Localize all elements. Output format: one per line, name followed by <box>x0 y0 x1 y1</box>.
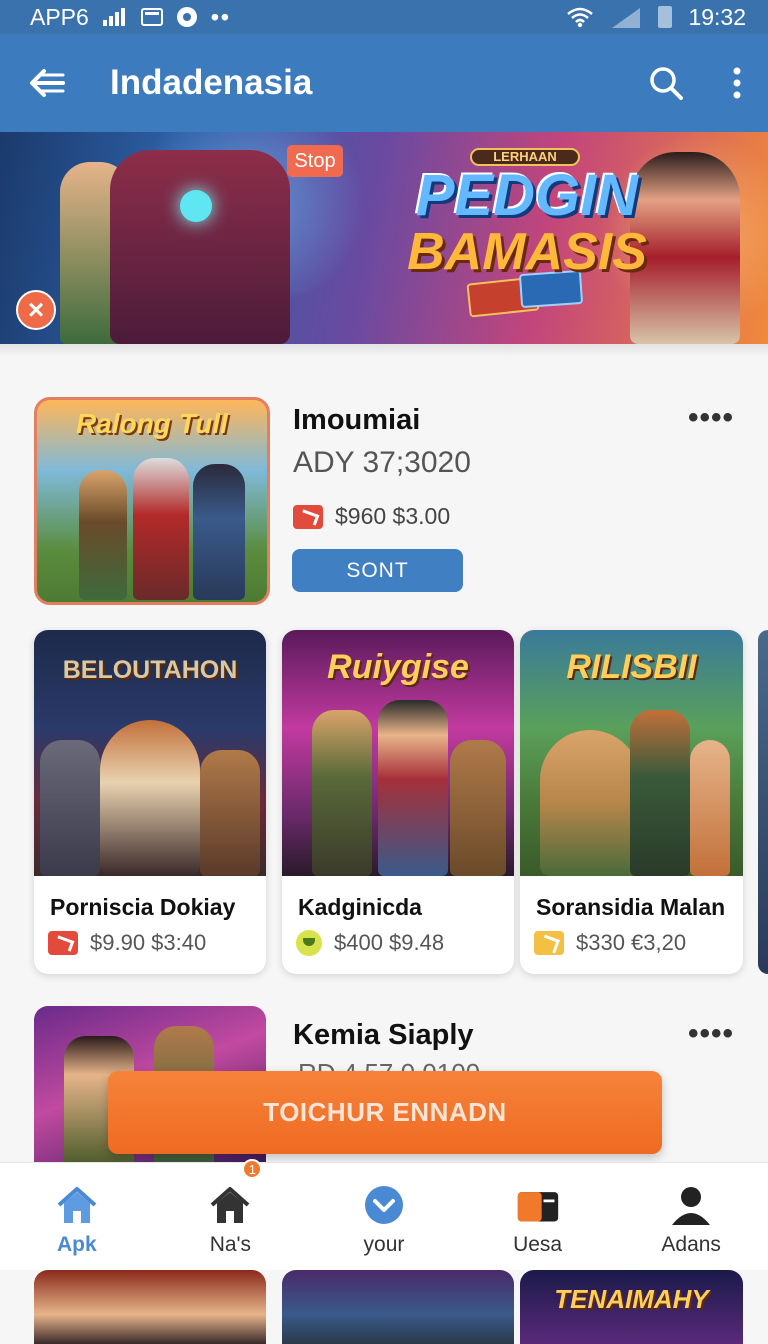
primary-cta-button[interactable]: TOICHUR ENNADN <box>108 1071 662 1154</box>
cell-signal-icon <box>612 8 641 28</box>
store-icon <box>211 1187 250 1223</box>
game-card[interactable]: Ruiygise Kadginicda $400 $9.48 <box>282 630 514 974</box>
app-bar: Indadenasia <box>0 34 768 132</box>
game-card-price: $330 €3,20 <box>576 930 687 955</box>
banner-title: PEDGIN BAMASIS <box>402 163 652 281</box>
status-bar: APP6 •• 19:32 <box>0 0 768 34</box>
game-card-peek[interactable] <box>282 1270 514 1344</box>
wallet-icon <box>517 1192 558 1222</box>
game-card[interactable]: BELOUTAHON Porniscia Dokiay $9.90 $3:40 <box>34 630 266 974</box>
home-icon <box>57 1187 97 1223</box>
game-card-name: Soransidia Malan <box>536 894 726 920</box>
game-card-price: $400 $9.48 <box>334 930 445 955</box>
featured2-title: Kemia Siaply <box>293 1019 474 1051</box>
stop-badge: Stop <box>287 145 343 177</box>
banner-title-line1: PEDGIN <box>415 163 639 228</box>
card-art-title: TENAIMAHY <box>554 1284 709 1314</box>
back-arrow-icon[interactable] <box>26 63 70 103</box>
search-icon[interactable] <box>648 65 684 101</box>
game-card-peek[interactable] <box>34 1270 266 1344</box>
red-tag-icon <box>293 504 323 529</box>
clock: 19:32 <box>688 3 746 30</box>
page-title: Indadenasia <box>110 63 313 102</box>
game-card-price-row: $400 $9.48 <box>296 930 444 956</box>
close-icon: × <box>27 294 45 325</box>
next-card-peek[interactable] <box>758 630 768 974</box>
signal-icon <box>102 8 127 26</box>
game-card-name: Kadginicda <box>298 894 422 920</box>
nav-item-your[interactable]: your <box>307 1163 461 1270</box>
card-art-title: RILISBII <box>566 648 697 686</box>
nav-label: Na's <box>209 1233 252 1256</box>
game-card-image: RILISBII <box>520 630 743 876</box>
sont-button[interactable]: SONT <box>292 549 463 592</box>
more-options-icon[interactable]: •••• <box>688 1019 734 1049</box>
nav-item-uesa[interactable]: Uesa <box>461 1163 615 1270</box>
carrier-label: APP6 <box>30 3 89 30</box>
chevron-down-circle-icon <box>364 1186 403 1224</box>
banner-title-line2: BAMASIS <box>407 223 647 281</box>
person-icon <box>672 1187 711 1225</box>
game-card-price-row: $9.90 $3:40 <box>48 930 206 956</box>
game-card-price-row: $330 €3,20 <box>534 930 686 956</box>
wifi-icon <box>567 7 594 28</box>
red-tag-icon <box>48 931 78 955</box>
smiley-icon <box>296 930 322 956</box>
more-options-icon[interactable]: •••• <box>688 403 734 433</box>
overflow-menu-icon[interactable] <box>732 67 742 99</box>
featured-game-image[interactable]: Ralong Tull <box>34 397 270 605</box>
nav-label: your <box>363 1233 405 1256</box>
game-card-image: Ruiygise <box>282 630 514 876</box>
screen-icon <box>140 8 163 26</box>
featured-price: $960 $3.00 <box>335 503 451 529</box>
featured-art-title: Ralong Tull <box>76 408 228 439</box>
nav-label: Adans <box>661 1233 721 1256</box>
card-art-title: BELOUTAHON <box>62 656 238 684</box>
nav-label: Uesa <box>513 1233 563 1256</box>
game-card-name: Porniscia Dokiay <box>50 894 236 920</box>
nav-label: Apk <box>56 1233 97 1256</box>
featured-subtitle: ADY 37;3020 <box>293 446 471 479</box>
more-notifications-icon: •• <box>210 3 231 30</box>
yellow-tag-icon <box>534 931 564 955</box>
nav-item-nas[interactable]: 1 Na's <box>154 1159 308 1270</box>
app-notification-icon <box>176 7 197 27</box>
game-card-image: BELOUTAHON <box>34 630 266 876</box>
featured-title: Imoumiai <box>293 404 421 436</box>
nav-item-apk[interactable]: Apk <box>0 1163 154 1270</box>
battery-icon <box>658 6 673 28</box>
game-card-peek[interactable]: TENAIMAHY <box>520 1270 743 1344</box>
game-card-price: $9.90 $3:40 <box>90 930 207 955</box>
game-card[interactable]: RILISBII Soransidia Malan $330 €3,20 <box>520 630 743 974</box>
nav-item-adans[interactable]: Adans <box>614 1163 768 1270</box>
close-banner-button[interactable]: × <box>16 290 56 330</box>
featured-price-row: $960 $3.00 <box>293 503 450 530</box>
banner-robot <box>110 150 290 344</box>
promo-banner[interactable] <box>0 132 768 344</box>
card-art-title: Ruiygise <box>327 648 469 686</box>
notification-badge: 1 <box>242 1159 263 1179</box>
bottom-nav: Apk 1 Na's your Uesa Adans <box>0 1159 768 1270</box>
